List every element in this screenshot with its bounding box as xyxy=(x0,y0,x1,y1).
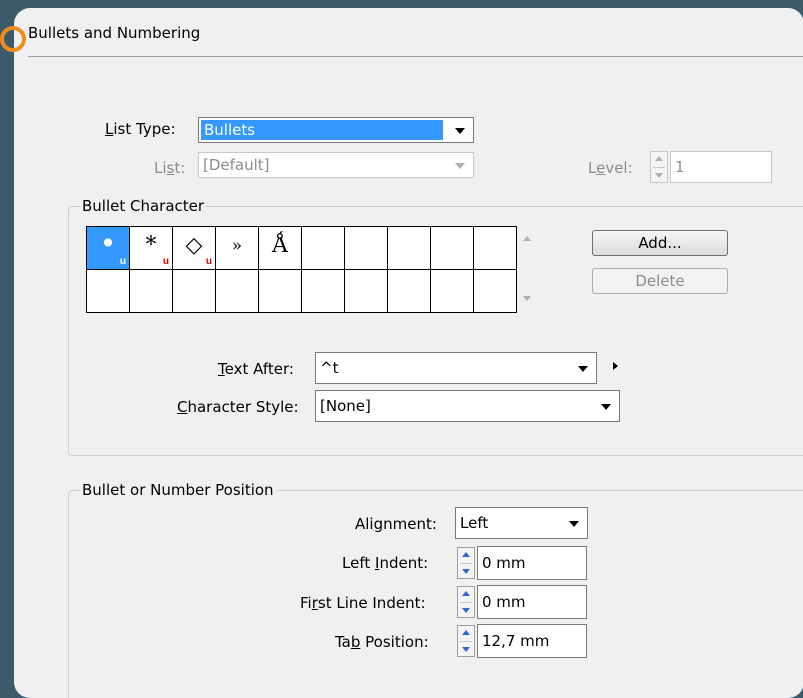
list-dropdown[interactable]: [Default] xyxy=(198,152,474,178)
bullet-cell[interactable] xyxy=(301,226,345,270)
title-divider xyxy=(28,56,803,57)
level-label: Level: xyxy=(588,159,633,177)
tab-position-field[interactable]: 12,7 mm xyxy=(477,624,587,658)
left-indent-label: Left Indent: xyxy=(342,554,429,572)
special-characters-flyout-icon[interactable] xyxy=(613,362,618,370)
tab-position-value: 12,7 mm xyxy=(482,632,550,650)
spin-divider xyxy=(460,563,472,564)
bullet-cell[interactable] xyxy=(344,226,388,270)
text-after-value: ^t xyxy=(320,359,339,377)
bullet-glyph: Ǻ xyxy=(272,233,288,258)
bullet-cell[interactable] xyxy=(258,269,302,313)
chevron-down-icon xyxy=(455,128,465,134)
bullet-cell[interactable] xyxy=(215,269,259,313)
spin-down-icon xyxy=(462,647,470,652)
spin-down-icon xyxy=(655,173,663,178)
character-style-label: Character Style: xyxy=(177,398,299,416)
spin-divider xyxy=(460,602,472,603)
spin-down-icon xyxy=(462,569,470,574)
bullet-cell[interactable]: Ǻ xyxy=(258,226,302,270)
bullet-glyph: ◇ xyxy=(185,233,203,258)
list-type-dropdown[interactable]: Bullets xyxy=(198,117,474,143)
scroll-down-icon xyxy=(523,296,531,301)
dialog-title: Bullets and Numbering xyxy=(28,24,201,42)
list-type-label: List Type: xyxy=(105,120,176,138)
alignment-label: Alignment: xyxy=(355,515,437,533)
bullet-grid-scrollbar[interactable] xyxy=(518,226,536,314)
bullet-character-grid: • u * u ◇ u » Ǻ xyxy=(86,226,517,313)
unicode-badge: u xyxy=(119,256,126,267)
text-after-label: Text After: xyxy=(218,360,294,378)
unicode-badge: u xyxy=(205,256,212,267)
bullet-cell[interactable] xyxy=(430,269,474,313)
first-line-indent-field[interactable]: 0 mm xyxy=(477,585,587,619)
first-line-indent-label: First Line Indent: xyxy=(300,594,426,612)
bullet-glyph: » xyxy=(231,236,243,256)
bullets-and-numbering-dialog: Bullets and Numbering List Type: Bullets… xyxy=(14,8,803,698)
delete-button[interactable]: Delete xyxy=(592,268,728,294)
left-indent-field[interactable]: 0 mm xyxy=(477,546,587,580)
spin-up-icon xyxy=(462,630,470,635)
bullet-cell[interactable] xyxy=(387,269,431,313)
left-indent-value: 0 mm xyxy=(482,554,526,572)
tab-position-label: Tab Position: xyxy=(335,633,429,651)
unicode-badge: u xyxy=(162,256,169,267)
bullet-cell[interactable] xyxy=(344,269,388,313)
bullet-cell[interactable] xyxy=(387,226,431,270)
spin-up-icon xyxy=(655,156,663,161)
spin-down-icon xyxy=(462,608,470,613)
bullet-cell[interactable] xyxy=(430,226,474,270)
bullet-cell[interactable] xyxy=(301,269,345,313)
character-style-dropdown[interactable]: [None] xyxy=(315,390,620,422)
bullet-glyph: * xyxy=(145,233,157,258)
bullet-position-group-label: Bullet or Number Position xyxy=(80,481,276,499)
bullet-cell[interactable] xyxy=(172,269,216,313)
highlight-ring-icon xyxy=(0,26,26,52)
character-style-value: [None] xyxy=(320,397,371,415)
chevron-down-icon xyxy=(578,366,588,372)
spin-up-icon xyxy=(462,552,470,557)
alignment-value: Left xyxy=(460,514,489,532)
level-value: 1 xyxy=(675,158,685,176)
bullet-cell[interactable] xyxy=(473,226,517,270)
chevron-down-icon xyxy=(455,163,465,169)
list-label: List: xyxy=(154,159,186,177)
bullet-cell[interactable] xyxy=(86,269,130,313)
first-line-indent-value: 0 mm xyxy=(482,593,526,611)
list-value: [Default] xyxy=(203,156,270,174)
chevron-down-icon xyxy=(601,404,611,410)
bullet-cell[interactable]: * u xyxy=(129,226,173,270)
spin-divider xyxy=(460,641,472,642)
level-field[interactable]: 1 xyxy=(670,151,772,183)
bullet-cell[interactable] xyxy=(129,269,173,313)
alignment-dropdown[interactable]: Left xyxy=(455,507,588,539)
left-indent-spinner[interactable] xyxy=(457,547,475,579)
bullet-cell[interactable] xyxy=(473,269,517,313)
spin-divider xyxy=(653,167,665,168)
first-line-indent-spinner[interactable] xyxy=(457,586,475,618)
bullet-character-group-label: Bullet Character xyxy=(80,197,207,215)
text-after-dropdown[interactable]: ^t xyxy=(315,352,597,384)
tab-position-spinner[interactable] xyxy=(457,625,475,657)
bullet-cell[interactable]: » xyxy=(215,226,259,270)
add-button[interactable]: Add... xyxy=(592,230,728,256)
bullet-cell[interactable]: • u xyxy=(86,226,130,270)
level-spinner[interactable] xyxy=(650,151,668,183)
spin-up-icon xyxy=(462,591,470,596)
chevron-down-icon xyxy=(569,521,579,527)
bullet-cell[interactable]: ◇ u xyxy=(172,226,216,270)
list-type-selected-highlight: Bullets xyxy=(201,120,443,140)
scroll-up-icon xyxy=(523,236,531,241)
